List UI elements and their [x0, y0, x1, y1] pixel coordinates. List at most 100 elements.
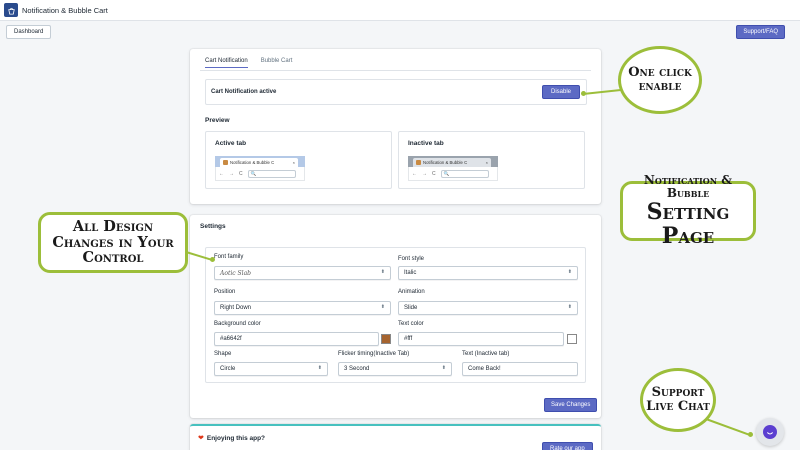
app-header: Notification & Bubble Cart — [0, 0, 800, 21]
text-color-label: Text color — [398, 321, 424, 327]
chevron-updown-icon: ⬍ — [317, 365, 322, 371]
browser-tab: Notification & Bubble C × — [220, 158, 298, 167]
favicon-icon — [223, 160, 228, 165]
chevron-updown-icon: ⬍ — [567, 304, 572, 310]
callout-pointer — [705, 418, 752, 437]
text-inactive-value: Come Back! — [468, 366, 501, 372]
browser-tab-title: Notification & Bubble C — [423, 160, 468, 165]
browser-tabbar: Notification & Bubble C × — [215, 156, 305, 167]
dashboard-button[interactable]: Dashboard — [6, 24, 52, 39]
shape-label: Shape — [214, 351, 232, 357]
callout-support-chat: Support Live Chat — [640, 368, 716, 432]
active-tab-label: Active tab — [215, 140, 247, 147]
position-label: Position — [214, 289, 236, 295]
live-chat-button[interactable] — [756, 418, 784, 446]
close-icon: × — [292, 160, 295, 165]
settings-form: Font family Aotic Slab ⬍ Font style Ital… — [205, 247, 586, 383]
font-style-value: Italic — [404, 270, 417, 276]
settings-title: Settings — [200, 223, 226, 230]
forward-arrow-icon: → — [229, 170, 234, 177]
animation-select[interactable]: Slide ⬍ — [398, 301, 578, 315]
back-arrow-icon: ← — [412, 170, 417, 177]
background-color-input[interactable]: #a6642f — [214, 332, 379, 346]
disable-button[interactable]: Disable — [541, 85, 580, 99]
font-style-label: Font style — [398, 256, 425, 262]
enjoying-card: ❤ Enjoying this app? Rate our app — [190, 424, 601, 450]
callout-dot — [748, 432, 753, 437]
heart-icon: ❤ — [198, 435, 204, 442]
app-logo-icon — [4, 3, 18, 17]
close-icon: × — [485, 160, 488, 165]
text-inactive-label: Text (Inactive tab) — [462, 351, 510, 357]
browser-tabbar: Notification & Bubble C × — [408, 156, 498, 167]
forward-arrow-icon: → — [422, 170, 427, 177]
callout-dot — [210, 257, 215, 262]
flicker-timing-label: Flicker timing(Inactive Tab) — [338, 351, 410, 357]
callout-notification-setting: Notification & Bubble Setting Page — [620, 173, 756, 248]
animation-label: Animation — [398, 289, 425, 295]
browser-tab-title: Notification & Bubble C — [230, 160, 275, 165]
tab-bubble-cart[interactable]: Bubble Cart — [261, 58, 293, 68]
chevron-updown-icon: ⬍ — [567, 269, 572, 275]
callout-notif-line2: Setting Page — [646, 199, 730, 250]
callout-support-text: Support Live Chat — [646, 385, 710, 414]
text-inactive-input[interactable]: Come Back! — [462, 362, 578, 376]
inactive-tab-label: Inactive tab — [408, 140, 444, 147]
chevron-updown-icon: ⬍ — [380, 269, 385, 275]
enjoying-title: ❤ Enjoying this app? — [198, 434, 266, 443]
background-color-label: Background color — [214, 321, 261, 327]
chevron-updown-icon: ⬍ — [380, 304, 385, 310]
reload-icon: C — [239, 170, 243, 177]
url-field: 🔍 — [247, 169, 296, 178]
active-tab-preview: Active tab Notification & Bubble C × ← →… — [205, 131, 392, 189]
preview-title: Preview — [205, 117, 230, 124]
cart-notification-card: Cart Notification Bubble Cart Cart Notif… — [190, 49, 601, 204]
position-select[interactable]: Right Down ⬍ — [214, 301, 391, 315]
notification-status-box: Cart Notification active Disable — [205, 79, 587, 105]
browser-address-bar: ← → C 🔍 — [215, 167, 305, 181]
tab-divider — [200, 70, 591, 71]
inactive-tab-preview: Inactive tab Notification & Bubble C × ←… — [398, 131, 585, 189]
font-family-value: Aotic Slab — [220, 269, 251, 277]
callout-one-click-text: One click enable — [628, 65, 692, 94]
settings-card: Settings Font family Aotic Slab ⬍ Font s… — [190, 215, 601, 418]
callout-design-changes: All Design Changes in Your Control — [38, 212, 188, 273]
browser-preview-inactive: Notification & Bubble C × ← → C 🔍 — [408, 156, 498, 181]
search-icon: 🔍 — [443, 170, 450, 176]
animation-value: Slide — [404, 305, 418, 311]
chevron-updown-icon: ⬍ — [441, 365, 446, 371]
support-faq-button[interactable]: Support/FAQ — [736, 24, 785, 39]
position-value: Right Down — [220, 305, 252, 311]
font-family-label: Font family — [214, 254, 244, 260]
shape-value: Circle — [220, 366, 236, 372]
chat-bubble-icon — [763, 425, 777, 439]
rate-app-button[interactable]: Rate our app — [542, 442, 593, 450]
background-color-value: #a6642f — [220, 336, 242, 342]
callout-notif-line1: Notification & Bubble — [643, 172, 733, 200]
reload-icon: C — [432, 170, 436, 177]
enjoying-text: Enjoying this app? — [206, 434, 266, 442]
text-color-value: #fff — [404, 336, 413, 342]
callout-design-text: All Design Changes in Your Control — [52, 217, 174, 267]
shape-select[interactable]: Circle ⬍ — [214, 362, 328, 376]
flicker-timing-select[interactable]: 3 Second ⬍ — [338, 362, 452, 376]
navbar: Dashboard Support/FAQ — [0, 21, 800, 42]
text-color-swatch[interactable] — [567, 334, 577, 344]
back-arrow-icon: ← — [219, 170, 224, 177]
save-changes-button[interactable]: Save Changes — [544, 398, 598, 412]
browser-preview-active: Notification & Bubble C × ← → C 🔍 — [215, 156, 305, 181]
favicon-icon — [416, 160, 421, 165]
tab-list: Cart Notification Bubble Cart — [205, 58, 292, 68]
text-color-input[interactable]: #fff — [398, 332, 564, 346]
search-icon: 🔍 — [250, 170, 257, 176]
tab-cart-notification[interactable]: Cart Notification — [205, 58, 248, 68]
background-color-swatch[interactable] — [381, 334, 391, 344]
font-style-select[interactable]: Italic ⬍ — [398, 266, 578, 280]
notification-status-text: Cart Notification active — [211, 89, 277, 95]
font-family-select[interactable]: Aotic Slab ⬍ — [214, 266, 391, 280]
browser-tab: Notification & Bubble C × — [413, 158, 491, 167]
flicker-timing-value: 3 Second — [344, 366, 370, 372]
callout-one-click: One click enable — [618, 46, 702, 114]
browser-address-bar: ← → C 🔍 — [408, 167, 498, 181]
callout-dot — [581, 91, 586, 96]
